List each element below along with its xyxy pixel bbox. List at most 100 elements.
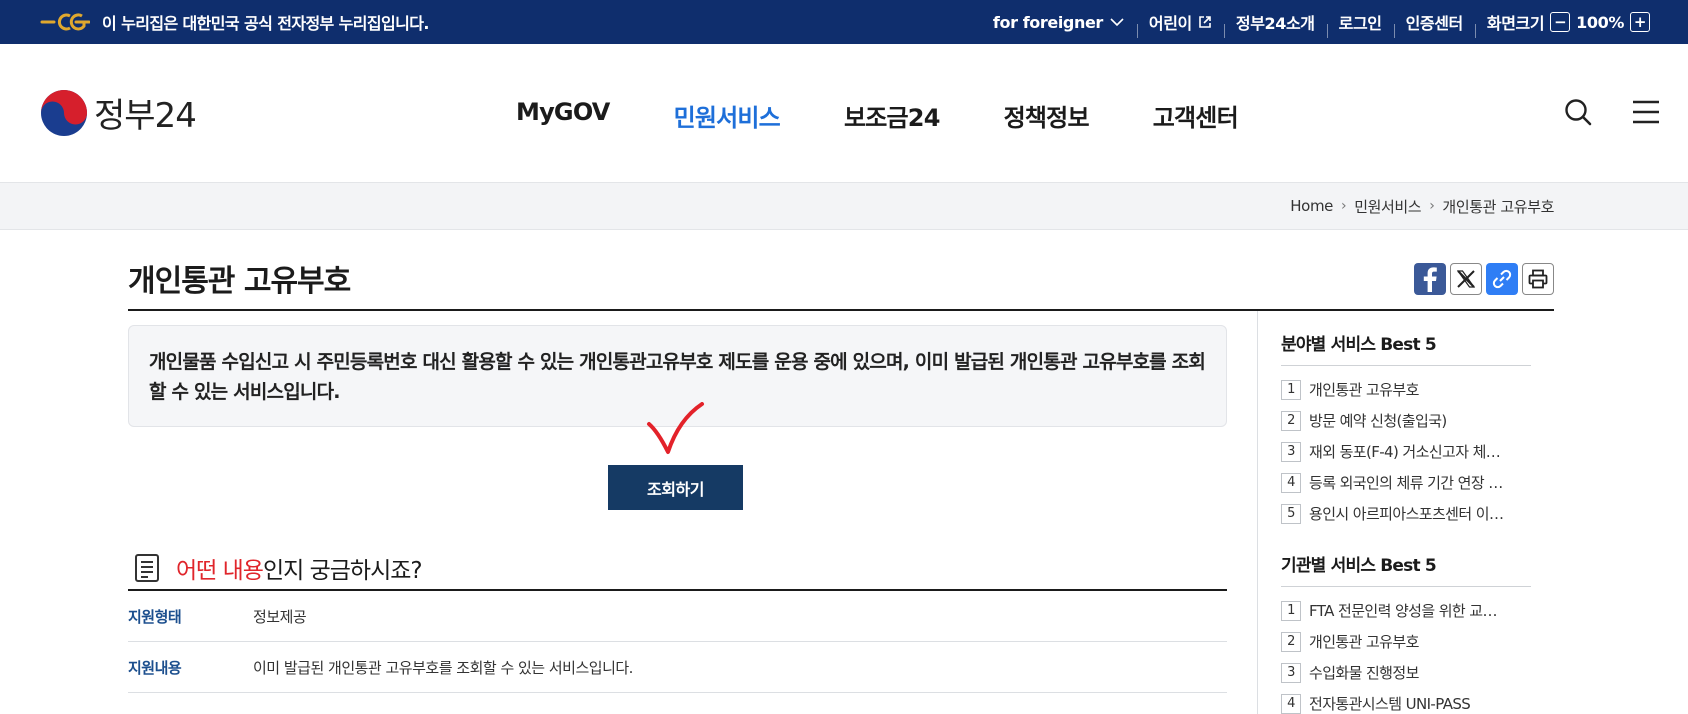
egov-emblem-icon [40, 13, 90, 31]
x-share-button[interactable] [1450, 263, 1482, 295]
kids-link[interactable]: 어린이 [1136, 10, 1224, 38]
section-title: 어떤 내용인지 궁금하시죠? [176, 551, 423, 585]
list-item-label: 방문 예약 신청(출입국) [1309, 412, 1447, 430]
search-icon [1565, 99, 1592, 126]
facebook-share-button[interactable] [1414, 263, 1446, 295]
nav-subsidy24[interactable]: 보조금24 [844, 98, 940, 133]
list-item[interactable]: 2 개인통관 고유부호 [1281, 626, 1531, 657]
menu-button[interactable] [1630, 96, 1662, 128]
info-table: 지원형태 정보제공 지원내용 이미 발급된 개인통관 고유부호를 조회할 수 있… [128, 591, 1227, 693]
best-by-field: 분야별 서비스 Best 5 1 개인통관 고유부호 2 방문 예약 신청(출입국)… [1281, 330, 1531, 529]
nav-mygov[interactable]: MyGOV [516, 98, 610, 133]
list-item[interactable]: 1 FTA 전문인력 양성을 위한 교… [1281, 595, 1531, 626]
rank-number: 2 [1281, 410, 1301, 431]
info-key: 지원형태 [128, 607, 182, 626]
list-item-label: 용인시 아르피아스포츠센터 이… [1309, 505, 1504, 523]
header-utilities [1562, 96, 1662, 128]
list-item-label: 등록 외국인의 체류 기간 연장 … [1309, 474, 1503, 492]
breadcrumb-civil-services[interactable]: 민원서비스 [1354, 196, 1421, 217]
list-item[interactable]: 4 전자통관시스템 UNI-PASS [1281, 688, 1531, 714]
list-item-label: 전자통관시스템 UNI-PASS [1309, 695, 1471, 713]
title-divider [128, 309, 1554, 311]
nav-civil-services[interactable]: 민원서비스 [674, 98, 781, 133]
screen-size-label: 화면크기 [1486, 14, 1545, 33]
certification-center-link[interactable]: 인증센터 [1393, 10, 1475, 38]
list-item[interactable]: 3 재외 동포(F-4) 거소신고자 체… [1281, 436, 1531, 467]
best-by-agency-list: 1 FTA 전문인력 양성을 위한 교… 2 개인통관 고유부호 3 수입화물 진행정… [1281, 587, 1531, 714]
certification-center-label: 인증센터 [1405, 14, 1464, 33]
rank-number: 1 [1281, 379, 1301, 400]
facebook-icon [1423, 267, 1437, 292]
service-intro-text: 개인물품 수입신고 시 주민등록번호 대신 활용할 수 있는 개인통관고유부호 … [149, 351, 1206, 403]
document-icon [135, 554, 159, 582]
rank-number: 3 [1281, 441, 1301, 462]
main-navigation: MyGOV 민원서비스 보조금24 정책정보 고객센터 [516, 98, 1239, 133]
kids-label: 어린이 [1148, 14, 1192, 33]
list-item[interactable]: 3 수입화물 진행정보 [1281, 657, 1531, 688]
hamburger-menu-icon [1633, 100, 1659, 124]
breadcrumb-bar: Home › 민원서비스 › 개인통관 고유부호 [0, 182, 1688, 230]
inquiry-button[interactable]: 조회하기 [608, 465, 743, 510]
search-button[interactable] [1562, 96, 1594, 128]
rank-number: 5 [1281, 503, 1301, 524]
section-heading: 어떤 내용인지 궁금하시죠? [128, 545, 1227, 591]
check-mark-icon [647, 402, 704, 454]
list-item-label: 개인통관 고유부호 [1309, 381, 1419, 399]
info-row-support-content: 지원내용 이미 발급된 개인통관 고유부호를 조회할 수 있는 서비스입니다. [128, 642, 1227, 693]
print-icon [1528, 269, 1548, 289]
rank-number: 2 [1281, 631, 1301, 652]
sidebar: 분야별 서비스 Best 5 1 개인통관 고유부호 2 방문 예약 신청(출입국)… [1281, 330, 1531, 714]
site-header: 정부24 MyGOV 민원서비스 보조금24 정책정보 고객센터 [0, 44, 1688, 182]
sidebar-divider [1257, 311, 1258, 714]
about-gov24-label: 정부24소개 [1235, 14, 1315, 33]
gov24-logo[interactable]: 정부24 [40, 88, 197, 137]
best-by-agency-title: 기관별 서비스 Best 5 [1281, 551, 1531, 587]
taegeuk-logo-icon [41, 89, 87, 136]
rank-number: 4 [1281, 472, 1301, 493]
x-twitter-icon [1456, 270, 1476, 288]
list-item-label: 재외 동포(F-4) 거소신고자 체… [1309, 443, 1501, 461]
chevron-right-icon: › [1429, 198, 1435, 214]
for-foreigner-link[interactable]: for foreigner [981, 13, 1137, 32]
link-icon [1492, 269, 1512, 289]
list-item-label: 개인통관 고유부호 [1309, 633, 1419, 651]
screen-size-control: 화면크기 − 100% + [1474, 10, 1662, 38]
login-link[interactable]: 로그인 [1326, 10, 1394, 38]
info-value: 이미 발급된 개인통관 고유부호를 조회할 수 있는 서비스입니다. [253, 658, 633, 677]
share-buttons [1414, 263, 1554, 295]
breadcrumb-home[interactable]: Home [1290, 197, 1333, 215]
chevron-down-icon [1110, 18, 1124, 27]
list-item-label: 수입화물 진행정보 [1309, 664, 1419, 682]
page-title: 개인통관 고유부호 [128, 264, 351, 299]
gov-notice: 이 누리집은 대한민국 공식 전자정부 누리집입니다. [40, 0, 429, 44]
zoom-in-button[interactable]: + [1630, 12, 1650, 32]
rank-number: 1 [1281, 600, 1301, 621]
best-by-agency: 기관별 서비스 Best 5 1 FTA 전문인력 양성을 위한 교… 2 개인통관… [1281, 551, 1531, 714]
list-item[interactable]: 2 방문 예약 신청(출입국) [1281, 405, 1531, 436]
section-title-highlight: 어떤 내용 [176, 558, 264, 584]
breadcrumb-current: 개인통관 고유부호 [1442, 197, 1554, 216]
gov-utility-links: for foreigner 어린이 정부24소개 로그인 인증센터 화면크기 −… [981, 0, 1662, 44]
rank-number: 4 [1281, 693, 1301, 714]
section-title-rest: 인지 궁금하시죠? [262, 558, 423, 584]
list-item[interactable]: 4 등록 외국인의 체류 기간 연장 … [1281, 467, 1531, 498]
list-item-label: FTA 전문인력 양성을 위한 교… [1309, 602, 1498, 620]
copy-link-button[interactable] [1486, 263, 1518, 295]
info-key: 지원내용 [128, 658, 182, 677]
print-button[interactable] [1522, 263, 1554, 295]
best-by-field-list: 1 개인통관 고유부호 2 방문 예약 신청(출입국) 3 재외 동포(F-4) 거소… [1281, 366, 1531, 529]
best-by-field-title: 분야별 서비스 Best 5 [1281, 330, 1531, 366]
nav-customer-center[interactable]: 고객센터 [1153, 98, 1239, 133]
nav-policy-info[interactable]: 정책정보 [1004, 98, 1090, 133]
gov-notice-text: 이 누리집은 대한민국 공식 전자정부 누리집입니다. [102, 14, 429, 33]
zoom-out-button[interactable]: − [1550, 12, 1571, 32]
list-item[interactable]: 5 용인시 아르피아스포츠센터 이… [1281, 498, 1531, 529]
rank-number: 3 [1281, 662, 1301, 683]
breadcrumb: Home › 민원서비스 › 개인통관 고유부호 [1290, 183, 1554, 229]
zoom-value: 100% [1576, 12, 1624, 32]
about-gov24-link[interactable]: 정부24소개 [1223, 10, 1327, 38]
logo-text: 정부24 [94, 96, 197, 136]
gov-banner: 이 누리집은 대한민국 공식 전자정부 누리집입니다. for foreigne… [0, 0, 1688, 44]
external-link-icon [1199, 16, 1211, 28]
list-item[interactable]: 1 개인통관 고유부호 [1281, 374, 1531, 405]
